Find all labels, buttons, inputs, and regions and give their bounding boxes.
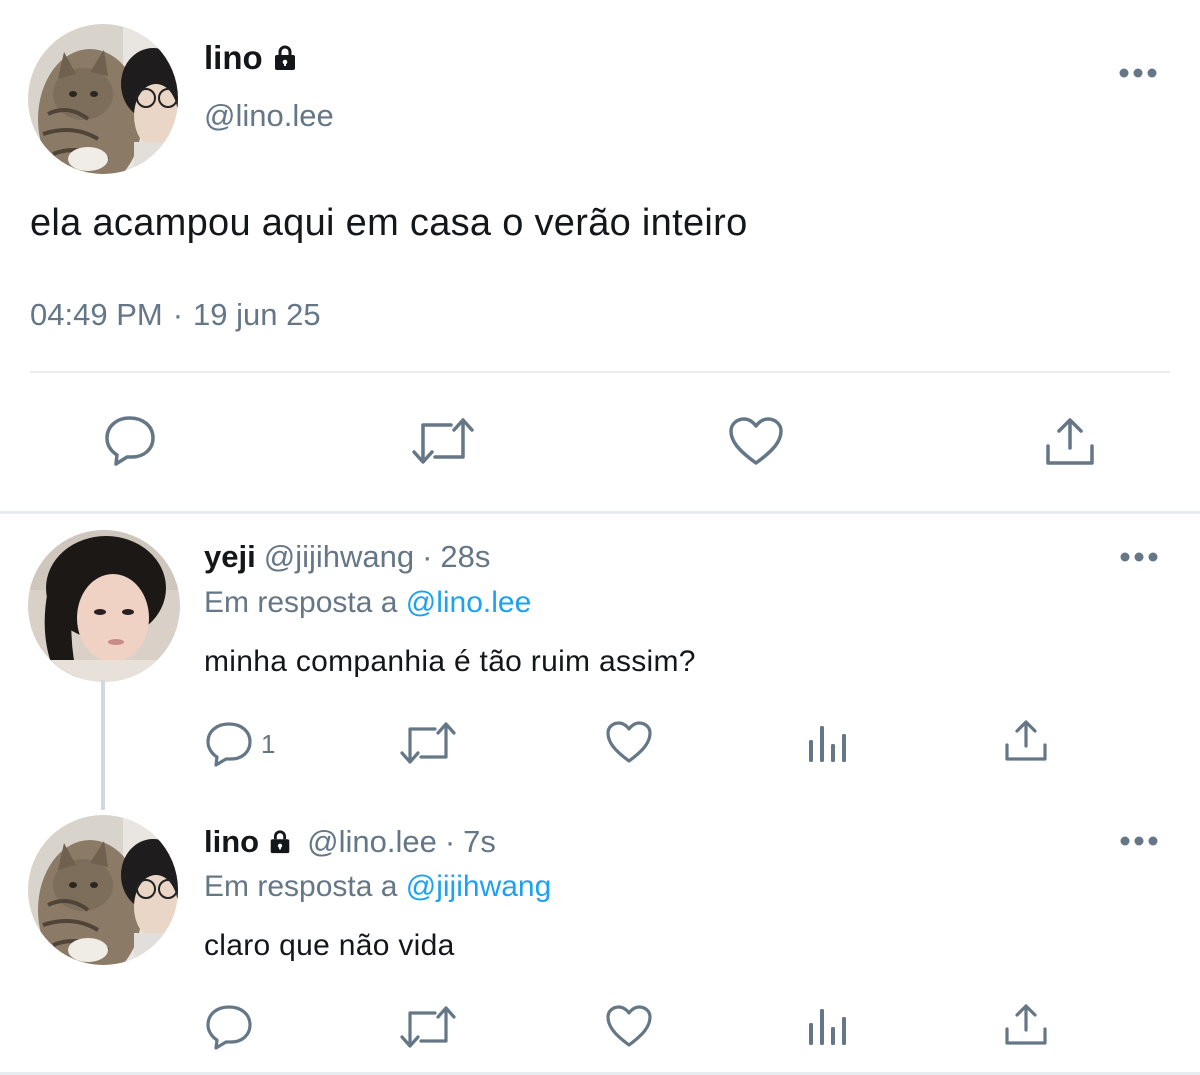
author-handle[interactable]: @lino.lee [307, 822, 437, 862]
reply-icon [105, 416, 155, 466]
tweet-timestamp[interactable]: 04:49 PM · 19 jun 25 [30, 294, 321, 336]
tweet-time: 04:49 PM [30, 297, 163, 332]
retweet-icon [400, 1006, 456, 1048]
reply-icon [206, 1005, 252, 1050]
share-button[interactable] [1004, 719, 1048, 763]
reply-header: yeji @jijihwang · 28s [204, 537, 490, 577]
lock-icon [271, 44, 299, 72]
analytics-icon [809, 726, 846, 762]
meta-separator: · [444, 824, 456, 859]
thread-connector [101, 680, 105, 810]
author-name[interactable]: yeji [204, 537, 256, 577]
reply-button[interactable] [103, 413, 157, 467]
heart-icon [729, 417, 783, 465]
retweet-icon [400, 722, 456, 764]
avatar[interactable] [28, 24, 178, 174]
analytics-button[interactable] [806, 722, 850, 764]
reply-button[interactable]: 1 [205, 720, 275, 768]
author-name[interactable]: lino [204, 36, 263, 80]
retweet-button[interactable] [400, 1004, 456, 1050]
tweet-text: ela acampou aqui em casa o verão inteiro [30, 202, 748, 244]
retweet-button[interactable] [400, 720, 456, 766]
retweet-button[interactable] [411, 415, 475, 467]
timestamp-separator: · [172, 297, 184, 332]
share-icon [1005, 1004, 1047, 1045]
analytics-icon [809, 1009, 846, 1045]
avatar[interactable] [28, 815, 178, 965]
more-options-icon[interactable] [1120, 550, 1158, 568]
reply-to-label: Em resposta a [204, 586, 398, 619]
reply-count: 1 [261, 728, 276, 759]
share-icon [1046, 418, 1094, 465]
reply-context: Em resposta a @jijihwang [204, 867, 551, 907]
section-divider [0, 511, 1200, 514]
main-tweet-author[interactable]: lino [204, 36, 299, 80]
reply-icon [206, 722, 252, 767]
lock-icon [267, 829, 293, 855]
reply-to-label: Em resposta a [204, 870, 398, 903]
divider [30, 371, 1170, 373]
like-button[interactable] [728, 416, 784, 466]
reply-text: minha companhia é tão ruim assim? [204, 645, 696, 678]
share-icon [1005, 720, 1047, 761]
more-options-icon[interactable] [1118, 66, 1158, 84]
reply-header: lino @lino.lee · 7s [204, 822, 496, 862]
reply-time[interactable]: 7s [463, 822, 496, 862]
retweet-icon [412, 418, 474, 464]
like-button[interactable] [605, 720, 653, 764]
heart-icon [606, 1005, 652, 1047]
author-name[interactable]: lino [204, 822, 259, 862]
analytics-button[interactable] [806, 1005, 850, 1047]
reply-text: claro que não vida [204, 929, 455, 962]
avatar[interactable] [28, 530, 180, 682]
reply-to-mention[interactable]: @jijihwang [406, 870, 552, 903]
author-handle[interactable]: @jijihwang [264, 537, 414, 577]
heart-icon [606, 721, 652, 763]
like-button[interactable] [605, 1004, 653, 1048]
share-button[interactable] [1004, 1003, 1048, 1047]
reply-to-mention[interactable]: @lino.lee [406, 586, 532, 619]
reply-time[interactable]: 28s [440, 537, 490, 577]
reply-context: Em resposta a @lino.lee [204, 583, 531, 623]
author-handle[interactable]: @lino.lee [204, 96, 334, 136]
more-options-icon[interactable] [1120, 834, 1158, 852]
tweet-date: 19 jun 25 [193, 297, 321, 332]
share-button[interactable] [1044, 416, 1096, 468]
meta-separator: · [422, 539, 433, 574]
reply-button[interactable] [205, 1003, 253, 1051]
